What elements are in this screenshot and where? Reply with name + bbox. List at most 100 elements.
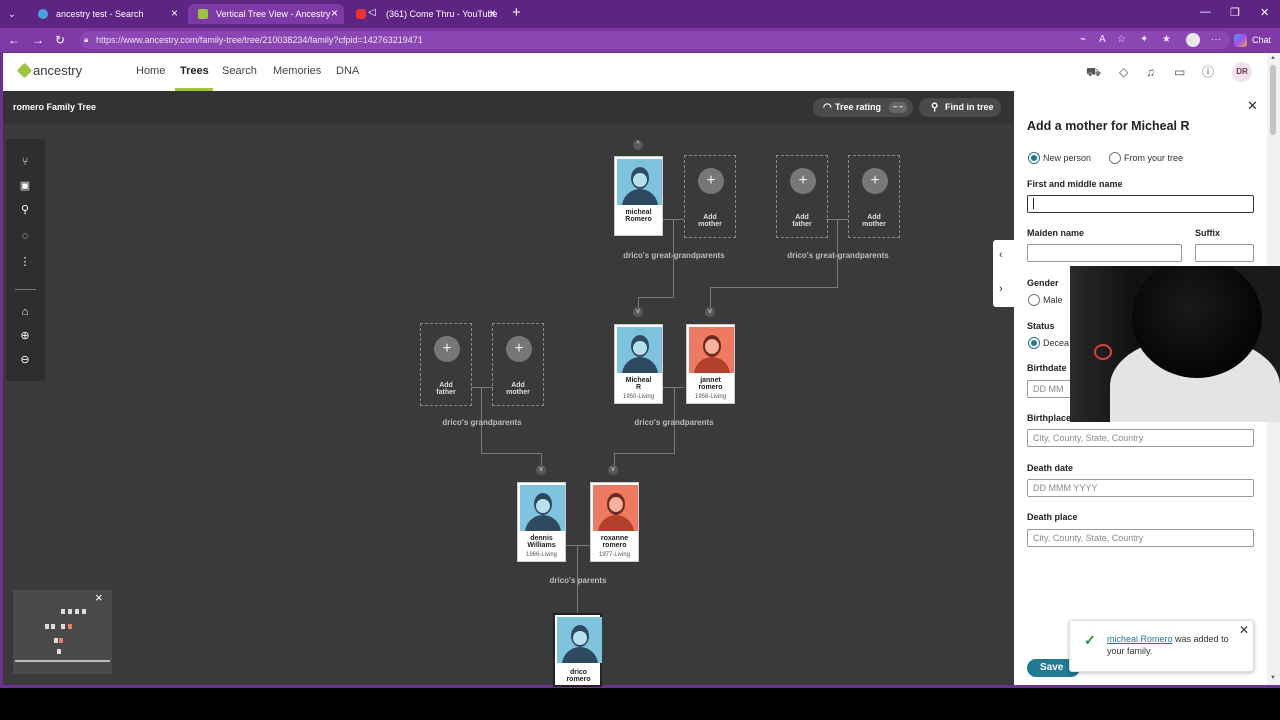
new-person-label[interactable]: New person [1043, 153, 1091, 163]
expand-down-icon[interactable]: v [705, 307, 715, 317]
tab-youtube[interactable]: (361) Come Thru - YouTube ◁ × [346, 4, 502, 24]
person-card[interactable]: dennis Williams 1966-Living [517, 482, 566, 562]
person-name: jannet romero [687, 377, 734, 391]
expand-down-icon[interactable]: v [608, 465, 618, 475]
male-silhouette-icon [617, 327, 662, 373]
close-tab-icon[interactable]: × [331, 7, 338, 20]
success-toast: ✓ micheal Romero was added to your famil… [1069, 620, 1254, 672]
close-window-icon[interactable]: ✕ [1260, 6, 1269, 19]
nav-trees[interactable]: Trees [180, 65, 209, 77]
hints-leaf-icon[interactable]: ◇ [1119, 65, 1128, 79]
close-tab-icon[interactable]: × [171, 7, 178, 20]
expand-up-icon[interactable]: ^ [633, 140, 643, 150]
tree-title[interactable]: romero Family Tree [13, 102, 96, 112]
nav-home[interactable]: Home [136, 65, 165, 77]
chevron-right-icon[interactable]: › [999, 283, 1003, 295]
home-icon[interactable]: ⌂ [18, 305, 32, 319]
notifications-bell-icon[interactable]: ♫ [1146, 65, 1155, 79]
first-middle-name-input[interactable] [1027, 195, 1254, 213]
new-person-radio[interactable] [1028, 152, 1040, 164]
restore-icon[interactable]: ❐ [1230, 6, 1240, 19]
add-father-card[interactable]: + Add father [776, 155, 828, 238]
home-person-card[interactable]: drico romero [553, 613, 602, 687]
find-in-tree-button[interactable]: ⚲ Find in tree [919, 98, 1001, 117]
reload-icon[interactable]: ↻ [55, 33, 65, 47]
tree-canvas[interactable]: romero Family Tree ◠ Tree rating – – ⚲ F… [3, 91, 1014, 687]
tab-list-icon[interactable]: ⌄ [8, 7, 16, 21]
profile-avatar[interactable] [1186, 33, 1200, 47]
minimap-viewport [15, 660, 110, 662]
ancestry-logo[interactable]: ancestry [16, 62, 82, 79]
close-minimap-icon[interactable]: × [95, 590, 103, 605]
back-icon[interactable]: ← [8, 33, 20, 47]
connector [710, 287, 838, 288]
add-mother-label: Add mother [849, 214, 899, 228]
user-avatar[interactable]: DR [1232, 62, 1252, 82]
more-icon[interactable]: ··· [1211, 34, 1221, 46]
toast-person-link[interactable]: micheal Romero [1107, 634, 1173, 644]
expand-down-icon[interactable]: v [633, 307, 643, 317]
extensions-icon[interactable]: ✦ [1140, 34, 1148, 46]
close-tab-icon[interactable]: × [489, 7, 496, 20]
birthplace-input[interactable]: City, County, State, Country [1027, 429, 1254, 447]
tab-ancestry-search[interactable]: ancestry test - Search × [28, 4, 184, 24]
forward-icon[interactable]: → [32, 33, 44, 47]
from-tree-label[interactable]: From your tree [1124, 153, 1183, 163]
add-mother-card[interactable]: + Add mother [684, 155, 736, 238]
tab-vertical-tree-view[interactable]: Vertical Tree View - Ancestry × [188, 4, 344, 24]
more-vertical-icon[interactable]: ⋮ [18, 255, 32, 269]
gender-male-label[interactable]: Male [1043, 295, 1063, 305]
cart-icon[interactable]: ⛟ [1086, 65, 1101, 79]
status-deceased-radio[interactable] [1028, 337, 1040, 349]
tree-minimap[interactable]: × [13, 590, 112, 674]
new-tab-button[interactable]: + [512, 5, 521, 21]
suffix-input[interactable] [1195, 244, 1254, 262]
death-date-input[interactable]: DD MMM YYYY [1027, 479, 1254, 497]
from-tree-radio[interactable] [1109, 152, 1121, 164]
add-father-card[interactable]: + Add father [420, 323, 472, 406]
nav-memories[interactable]: Memories [273, 65, 321, 77]
url-bar[interactable]: 🔒︎ https://www.ancestry.com/family-tree/… [80, 31, 1230, 49]
death-place-input[interactable]: City, County, State, Country [1027, 529, 1254, 547]
zoom-in-icon[interactable]: ⊕ [18, 329, 32, 343]
read-aloud-icon[interactable]: A [1099, 34, 1106, 46]
zoom-out-icon[interactable]: ⊖ [18, 353, 32, 367]
maiden-name-input[interactable] [1027, 244, 1182, 262]
close-toast-icon[interactable]: ✕ [1239, 623, 1249, 637]
panel-collapse-tab[interactable]: ‹ › [993, 240, 1014, 307]
chevron-left-icon[interactable]: ‹ [999, 249, 1003, 261]
search-person-icon[interactable]: ⚲ [18, 203, 32, 217]
person-card[interactable]: micheal Romero [614, 156, 663, 236]
tree-rating-button[interactable]: ◠ Tree rating – – [813, 98, 913, 117]
close-panel-icon[interactable]: ✕ [1247, 98, 1258, 114]
help-icon[interactable]: ⓘ [1202, 65, 1214, 79]
nav-search[interactable]: Search [222, 65, 257, 77]
person-card[interactable]: roxanne romero 1977-Living [590, 482, 639, 562]
plus-icon: + [862, 168, 888, 194]
plus-icon: + [434, 336, 460, 362]
favorite-icon[interactable]: ☆ [1117, 34, 1126, 46]
minimize-icon[interactable]: — [1200, 6, 1211, 18]
scroll-thumb[interactable] [1270, 65, 1276, 135]
status-deceased-label[interactable]: Decea [1043, 338, 1069, 348]
male-silhouette-icon [557, 617, 602, 663]
messages-icon[interactable]: ▭ [1174, 65, 1185, 79]
nav-dna[interactable]: DNA [336, 65, 359, 77]
person-card[interactable]: Micheal R 1950-Living [614, 324, 663, 404]
connector [614, 453, 675, 454]
tree-view-icon[interactable]: ⑂ [18, 155, 32, 169]
link-icon[interactable]: ⌁ [1080, 34, 1086, 46]
person-card[interactable]: jannet romero 1956-Living [686, 324, 735, 404]
add-mother-card[interactable]: + Add mother [848, 155, 900, 238]
scroll-down-icon[interactable]: ▼ [1270, 675, 1276, 681]
expand-down-icon[interactable]: v [536, 465, 546, 475]
favorites-icon[interactable]: ★ [1162, 34, 1171, 46]
minimap-node [57, 649, 61, 654]
add-mother-card[interactable]: + Add mother [492, 323, 544, 406]
scroll-up-icon[interactable]: ▲ [1270, 55, 1276, 61]
hints-icon[interactable]: ◌ [18, 229, 32, 243]
gender-label: Gender [1027, 278, 1059, 288]
gender-male-radio[interactable] [1028, 294, 1040, 306]
gallery-icon[interactable]: ▣ [18, 179, 32, 193]
copilot-chat-button[interactable]: Chat [1234, 32, 1271, 48]
